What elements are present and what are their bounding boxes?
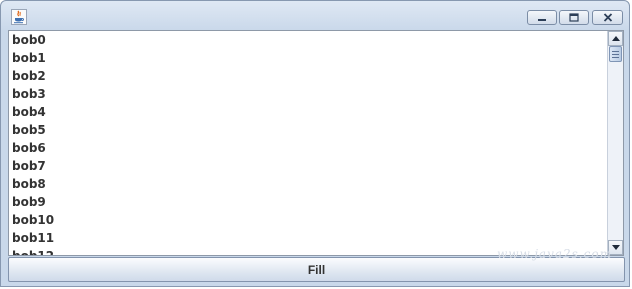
java-cup-icon [11,9,27,25]
minimize-button[interactable] [527,10,557,25]
title-bar[interactable] [1,1,629,29]
list-item[interactable]: bob8 [9,175,607,193]
list-item[interactable]: bob5 [9,121,607,139]
maximize-button[interactable] [559,10,589,25]
arrow-down-icon [611,245,620,250]
maximize-icon [569,13,579,22]
close-button[interactable] [592,10,623,25]
list-scroll-pane: bob0 bob1 bob2 bob3 bob4 bob5 bob6 bob7 … [8,30,624,256]
list-item[interactable]: bob0 [9,31,607,49]
vertical-scrollbar[interactable] [607,31,623,255]
list-item[interactable]: bob11 [9,229,607,247]
scrollbar-thumb[interactable] [609,46,622,62]
list-item[interactable]: bob3 [9,85,607,103]
list-item[interactable]: bob10 [9,211,607,229]
scroll-up-button[interactable] [608,31,623,46]
fill-button[interactable]: Fill [8,257,625,282]
list-item[interactable]: bob1 [9,49,607,67]
app-window: bob0 bob1 bob2 bob3 bob4 bob5 bob6 bob7 … [0,0,630,287]
minimize-icon [538,18,546,21]
scroll-down-button[interactable] [608,240,623,255]
close-icon [603,13,612,22]
list-item[interactable]: bob12 [9,247,607,255]
list-item[interactable]: bob7 [9,157,607,175]
arrow-up-icon [611,36,620,41]
list-item[interactable]: bob4 [9,103,607,121]
list-item[interactable]: bob6 [9,139,607,157]
list-item[interactable]: bob9 [9,193,607,211]
names-list[interactable]: bob0 bob1 bob2 bob3 bob4 bob5 bob6 bob7 … [9,31,607,255]
list-item[interactable]: bob2 [9,67,607,85]
